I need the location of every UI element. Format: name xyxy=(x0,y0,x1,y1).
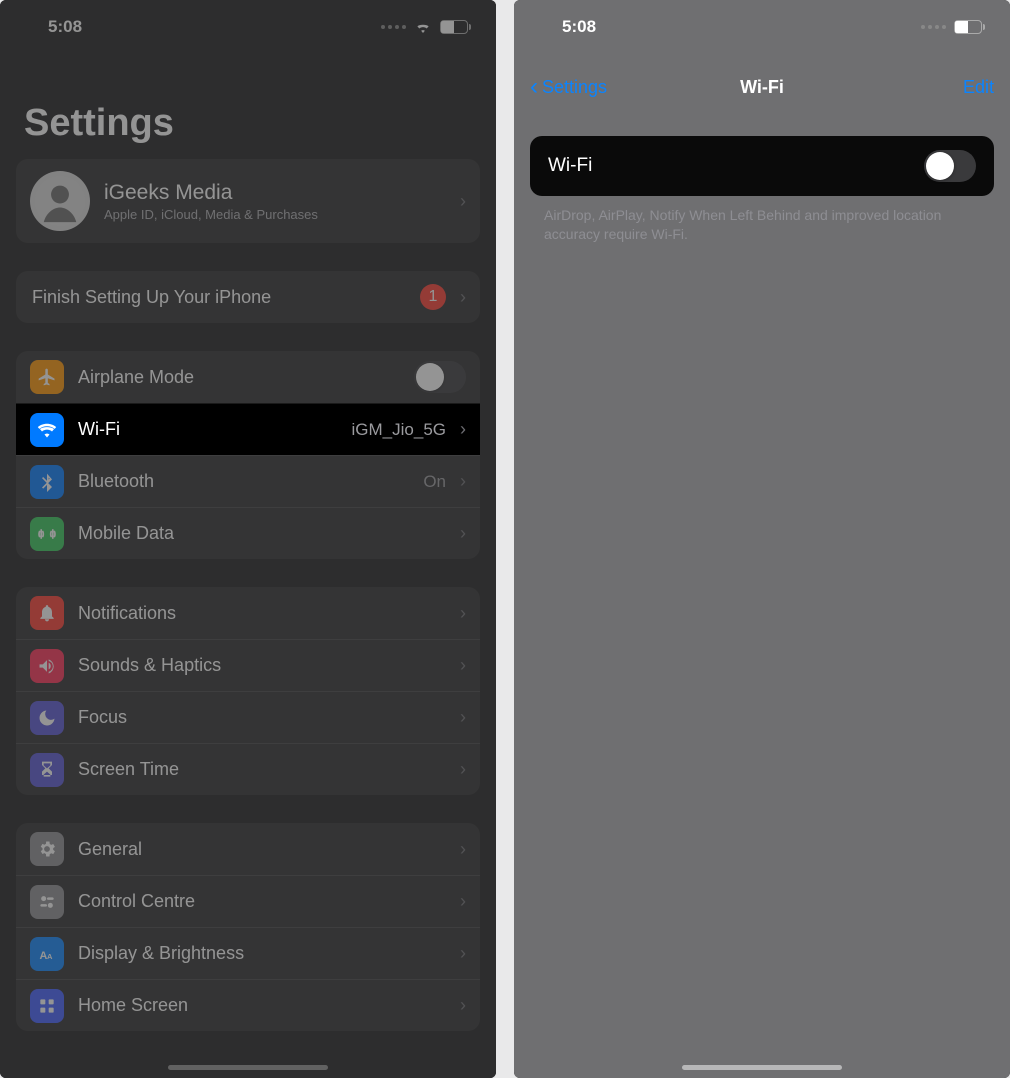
profile-subtitle: Apple ID, iCloud, Media & Purchases xyxy=(104,207,446,222)
chevron-icon: › xyxy=(460,759,466,780)
bell-icon xyxy=(30,596,64,630)
display-label: Display & Brightness xyxy=(78,943,446,964)
sounds-haptics-row[interactable]: Sounds & Haptics › xyxy=(16,639,480,691)
chevron-left-icon: ‹ xyxy=(530,75,538,99)
wifi-icon xyxy=(30,413,64,447)
home-screen-label: Home Screen xyxy=(78,995,446,1016)
general-label: General xyxy=(78,839,446,860)
status-bar: 5:08 xyxy=(0,0,496,54)
mobile-data-row[interactable]: Mobile Data › xyxy=(16,507,480,559)
apple-id-row[interactable]: iGeeks Media Apple ID, iCloud, Media & P… xyxy=(16,159,480,243)
moon-icon xyxy=(30,701,64,735)
bluetooth-label: Bluetooth xyxy=(78,471,409,492)
chevron-icon: › xyxy=(460,891,466,912)
wifi-status-icon xyxy=(414,20,432,34)
chevron-icon: › xyxy=(460,287,466,308)
bluetooth-icon xyxy=(30,465,64,499)
mobile-data-label: Mobile Data xyxy=(78,523,446,544)
gear-icon xyxy=(30,832,64,866)
home-indicator[interactable] xyxy=(682,1065,842,1070)
airplane-label: Airplane Mode xyxy=(78,367,400,388)
finish-setup-badge: 1 xyxy=(420,284,446,310)
profile-name: iGeeks Media xyxy=(104,181,446,205)
avatar xyxy=(30,171,90,231)
notifications-row[interactable]: Notifications › xyxy=(16,587,480,639)
finish-setup-label: Finish Setting Up Your iPhone xyxy=(32,287,406,308)
svg-text:A: A xyxy=(47,952,53,961)
text-size-icon: AA xyxy=(30,937,64,971)
cellular-icon xyxy=(381,25,406,29)
finish-setup-row[interactable]: Finish Setting Up Your iPhone 1 › xyxy=(16,271,480,323)
battery-icon xyxy=(954,20,982,34)
screen-time-label: Screen Time xyxy=(78,759,446,780)
focus-row[interactable]: Focus › xyxy=(16,691,480,743)
right-phone: 5:08 ‹ Settings Wi-Fi Edit Wi-Fi AirDrop… xyxy=(514,0,1010,1078)
nav-title: Wi-Fi xyxy=(740,77,784,98)
control-centre-label: Control Centre xyxy=(78,891,446,912)
sounds-label: Sounds & Haptics xyxy=(78,655,446,676)
wifi-label: Wi-Fi xyxy=(548,155,592,177)
cellular-data-icon xyxy=(30,517,64,551)
bluetooth-value: On xyxy=(423,472,446,492)
focus-label: Focus xyxy=(78,707,446,728)
left-phone: 5:08 Settings iGeeks Media Apple ID, iCl… xyxy=(0,0,496,1078)
nav-bar: ‹ Settings Wi-Fi Edit xyxy=(514,64,1010,110)
general-row[interactable]: General › xyxy=(16,823,480,875)
chevron-icon: › xyxy=(460,943,466,964)
cellular-icon xyxy=(921,25,946,29)
battery-icon xyxy=(440,20,468,34)
status-time: 5:08 xyxy=(48,17,82,37)
home-screen-row[interactable]: Home Screen › xyxy=(16,979,480,1031)
hourglass-icon xyxy=(30,753,64,787)
home-indicator[interactable] xyxy=(168,1065,328,1070)
wifi-toggle-row: Wi-Fi xyxy=(530,136,994,196)
back-label: Settings xyxy=(542,77,607,98)
edit-button[interactable]: Edit xyxy=(963,77,994,98)
chevron-icon: › xyxy=(460,471,466,492)
chevron-icon: › xyxy=(460,839,466,860)
chevron-icon: › xyxy=(460,603,466,624)
status-time: 5:08 xyxy=(562,17,596,37)
airplane-toggle[interactable] xyxy=(414,361,466,393)
chevron-icon: › xyxy=(460,707,466,728)
notifications-label: Notifications xyxy=(78,603,446,624)
sliders-icon xyxy=(30,885,64,919)
wifi-footnote: AirDrop, AirPlay, Notify When Left Behin… xyxy=(514,196,1010,254)
back-button[interactable]: ‹ Settings xyxy=(530,75,607,99)
bluetooth-row[interactable]: Bluetooth On › xyxy=(16,455,480,507)
control-centre-row[interactable]: Control Centre › xyxy=(16,875,480,927)
wifi-row[interactable]: Wi-Fi iGM_Jio_5G › xyxy=(16,403,480,455)
chevron-icon: › xyxy=(460,191,466,212)
page-title: Settings xyxy=(0,54,496,159)
chevron-icon: › xyxy=(460,655,466,676)
screen-time-row[interactable]: Screen Time › xyxy=(16,743,480,795)
display-brightness-row[interactable]: AA Display & Brightness › xyxy=(16,927,480,979)
wifi-value: iGM_Jio_5G xyxy=(352,420,446,440)
wifi-label: Wi-Fi xyxy=(78,419,338,440)
airplane-mode-row[interactable]: Airplane Mode xyxy=(16,351,480,403)
airplane-icon xyxy=(30,360,64,394)
chevron-icon: › xyxy=(460,523,466,544)
chevron-icon: › xyxy=(460,995,466,1016)
speaker-icon xyxy=(30,649,64,683)
chevron-icon: › xyxy=(460,419,466,440)
grid-icon xyxy=(30,989,64,1023)
status-bar: 5:08 xyxy=(514,0,1010,54)
wifi-toggle[interactable] xyxy=(924,150,976,182)
